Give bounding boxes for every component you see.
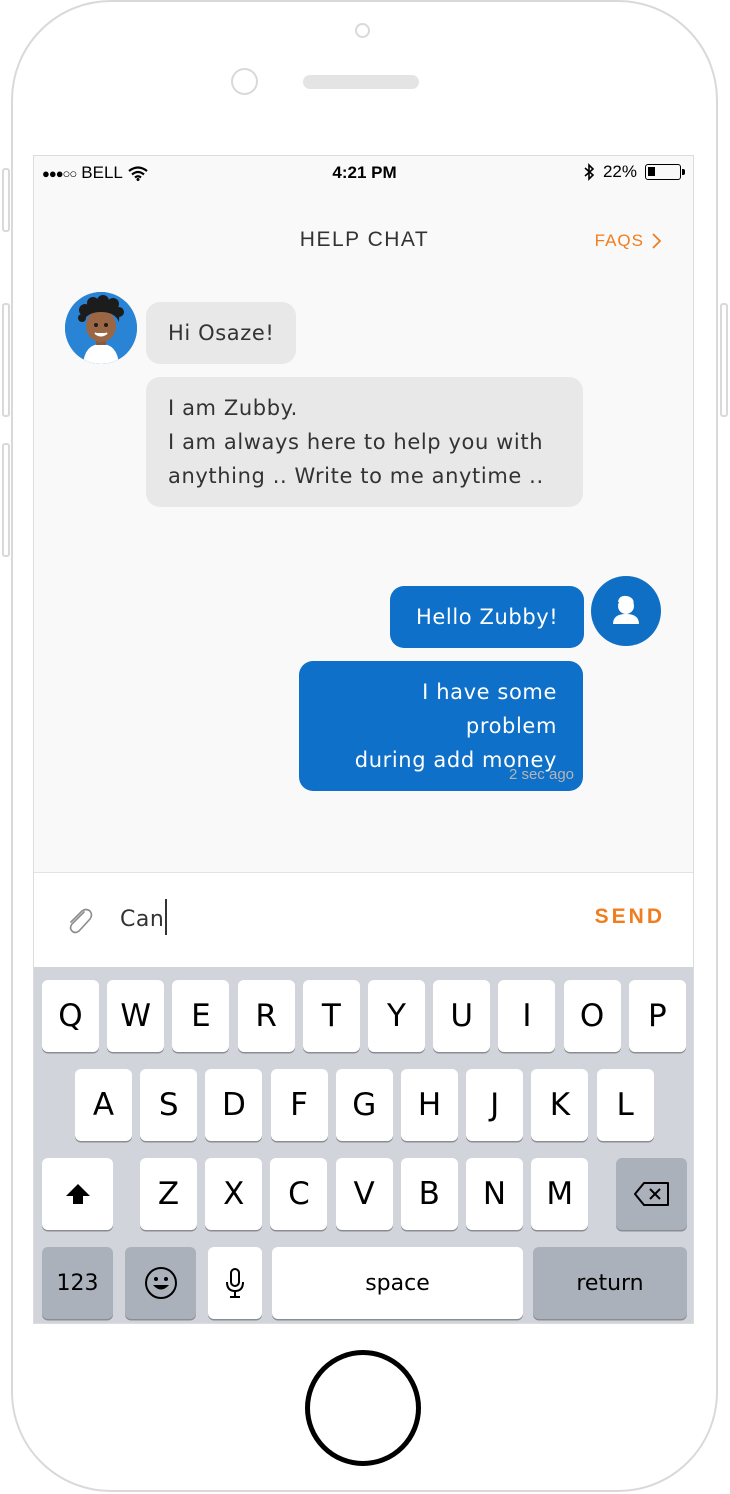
bluetooth-icon	[584, 163, 595, 181]
smiley-face-icon	[144, 1267, 177, 1299]
attachment-icon[interactable]	[64, 905, 94, 935]
message-line: I am Zubby.	[168, 396, 298, 420]
key-c[interactable]: C	[270, 1158, 328, 1230]
key-u[interactable]: U	[433, 980, 491, 1052]
message-line: Hello Zubby!	[416, 605, 559, 629]
message-line: Hi Osaze!	[168, 321, 275, 345]
key-f[interactable]: F	[270, 1069, 328, 1141]
key-j[interactable]: J	[466, 1069, 524, 1141]
key-a[interactable]: A	[75, 1069, 132, 1141]
proximity-sensor	[355, 23, 370, 38]
key-i[interactable]: I	[498, 980, 556, 1052]
user-silhouette-icon	[613, 595, 639, 624]
chevron-right-icon	[652, 233, 661, 249]
key-d[interactable]: D	[205, 1069, 263, 1141]
battery-icon	[645, 164, 685, 180]
message-composer: Can SEND	[34, 872, 693, 967]
faqs-link[interactable]: FAQS	[595, 231, 661, 251]
key-m[interactable]: M	[531, 1158, 589, 1230]
mute-switch	[2, 168, 10, 232]
screen: ●●●○○ BELL 4:21 PM 22% HELP CHAT FAQS Hi…	[33, 155, 694, 1324]
key-w[interactable]: W	[107, 980, 165, 1052]
user-avatar	[591, 576, 661, 646]
bot-message-intro: I am Zubby. I am always here to help you…	[146, 377, 583, 507]
key-y[interactable]: Y	[368, 980, 425, 1052]
key-e[interactable]: E	[172, 980, 230, 1052]
key-q[interactable]: Q	[42, 980, 99, 1052]
message-input-value: Can	[120, 907, 165, 932]
numbers-key[interactable]: 123	[42, 1247, 113, 1319]
volume-down-button	[2, 443, 10, 557]
shift-arrow-icon	[65, 1184, 90, 1204]
key-k[interactable]: K	[531, 1069, 589, 1141]
key-h[interactable]: H	[401, 1069, 458, 1141]
home-button[interactable]	[305, 1350, 421, 1466]
key-t[interactable]: T	[302, 980, 360, 1052]
earpiece-speaker	[303, 75, 419, 89]
message-timestamp: 2 sec ago	[508, 766, 574, 783]
key-n[interactable]: N	[466, 1158, 523, 1230]
bot-message-greeting: Hi Osaze!	[146, 302, 297, 364]
delete-backward-icon	[633, 1182, 669, 1206]
key-r[interactable]: R	[237, 980, 295, 1052]
return-key[interactable]: return	[533, 1247, 687, 1319]
power-button	[720, 303, 728, 417]
battery-percent: 22%	[602, 162, 637, 181]
status-bar: ●●●○○ BELL 4:21 PM 22%	[34, 156, 693, 190]
keyboard: 123 space return QWERTYUIOP ASDFGHJKL ZXCV…	[34, 967, 693, 1323]
text-caret	[165, 899, 167, 935]
key-l[interactable]: L	[596, 1069, 654, 1141]
key-g[interactable]: G	[335, 1069, 393, 1141]
key-o[interactable]: O	[563, 980, 621, 1052]
faqs-label: FAQS	[594, 231, 644, 250]
user-message-hello: Hello Zubby!	[390, 586, 585, 648]
dictation-key[interactable]	[208, 1247, 262, 1319]
key-p[interactable]: P	[628, 980, 686, 1052]
bot-avatar	[65, 292, 137, 364]
key-s[interactable]: S	[140, 1069, 198, 1141]
key-z[interactable]: Z	[140, 1158, 197, 1230]
send-button[interactable]: SEND	[595, 905, 665, 929]
key-x[interactable]: X	[205, 1158, 263, 1230]
message-line: I have some problem	[422, 680, 557, 738]
key-v[interactable]: V	[335, 1158, 393, 1230]
emoji-key[interactable]	[125, 1247, 196, 1319]
message-input[interactable]: Can	[120, 899, 167, 935]
message-line: I am always here to help you with	[168, 430, 544, 454]
backspace-key[interactable]	[616, 1158, 687, 1230]
zubby-avatar-icon	[65, 292, 137, 364]
status-right: 22%	[584, 162, 685, 182]
microphone-icon	[226, 1268, 244, 1298]
volume-up-button	[2, 303, 10, 417]
key-b[interactable]: B	[400, 1158, 458, 1230]
front-camera	[231, 68, 258, 95]
shift-key[interactable]	[42, 1158, 113, 1230]
space-key[interactable]: space	[272, 1247, 523, 1319]
message-line: anything .. Write to me anytime ..	[168, 464, 544, 488]
